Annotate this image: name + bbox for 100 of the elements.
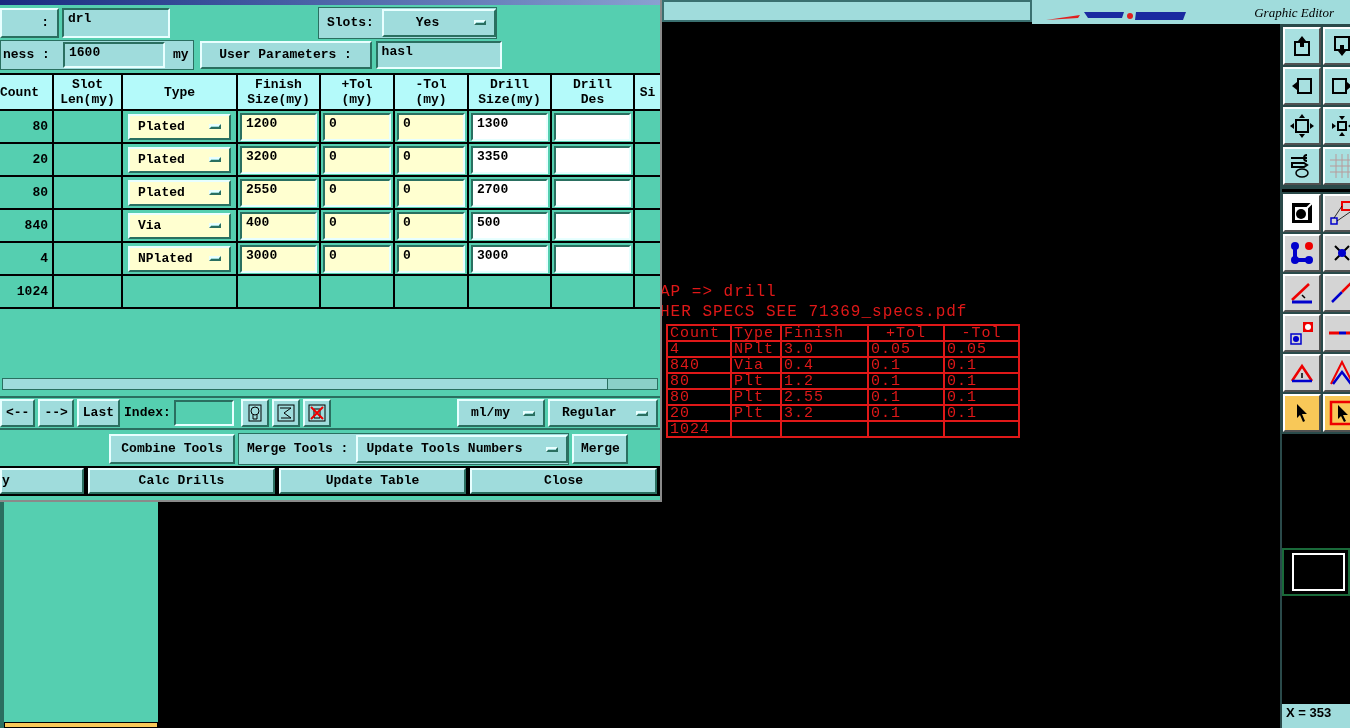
tool-button[interactable]: [1323, 394, 1350, 432]
tool-button[interactable]: [1323, 314, 1350, 352]
tool-button[interactable]: [1283, 107, 1321, 145]
tool-button[interactable]: [1323, 67, 1350, 105]
user-parameters-button[interactable]: User Parameters :: [199, 41, 372, 69]
size-field[interactable]: 1200: [240, 112, 317, 141]
icon-button[interactable]: [302, 399, 331, 427]
size-field[interactable]: 0: [397, 211, 465, 240]
size-field[interactable]: 2550: [240, 178, 317, 207]
index-label: Index:: [124, 404, 171, 423]
spec-cell: 0.1: [868, 405, 944, 421]
combine-tools-button[interactable]: Combine Tools: [109, 434, 235, 464]
drill-size-field[interactable]: 1300: [471, 112, 548, 141]
nav-button[interactable]: <--: [0, 399, 36, 427]
drill-des-field[interactable]: [554, 145, 631, 174]
count-cell: 20: [0, 144, 52, 175]
size-field[interactable]: 3200: [240, 145, 317, 174]
icon-button[interactable]: [240, 399, 269, 427]
size-field[interactable]: 0: [323, 145, 391, 174]
tool-button[interactable]: [1283, 27, 1321, 65]
pads-icon: [1289, 320, 1315, 346]
count-cell: 80: [0, 177, 52, 208]
tool-button[interactable]: [1323, 354, 1350, 392]
tool-button[interactable]: [1323, 274, 1350, 312]
size-field[interactable]: 400: [240, 211, 317, 240]
index-field[interactable]: [173, 400, 234, 426]
column-header: Drill Des: [552, 75, 633, 109]
drill-size-field[interactable]: 2700: [471, 178, 548, 207]
dropdown-icon: [209, 256, 221, 261]
drill-des-field[interactable]: [554, 178, 631, 207]
type-dropdown[interactable]: Plated: [128, 146, 231, 173]
dropdown-icon: [523, 410, 535, 416]
drill-size-field[interactable]: 3350: [471, 145, 548, 174]
curve-icon: [276, 404, 295, 422]
size-field[interactable]: 0: [397, 145, 465, 174]
tool-button[interactable]: [1283, 274, 1321, 312]
drill-size-field[interactable]: 3000: [471, 244, 548, 273]
type-dropdown[interactable]: Plated: [128, 113, 231, 140]
action-button[interactable]: Close: [470, 468, 657, 494]
spec-cell: 20: [667, 405, 731, 421]
size-field[interactable]: 0: [323, 178, 391, 207]
size-field[interactable]: 0: [323, 244, 391, 273]
tool-button[interactable]: [1283, 314, 1321, 352]
tool-button[interactable]: [1323, 107, 1350, 145]
grid-icon: [1329, 153, 1350, 179]
drill-des-field[interactable]: [554, 211, 631, 240]
icon-button[interactable]: [271, 399, 300, 427]
type-dropdown[interactable]: NPlated: [128, 245, 231, 272]
units-dropdown[interactable]: ml/my: [457, 399, 545, 427]
spec-cell: 0.05: [944, 341, 1019, 357]
slots-label: Slots:: [326, 13, 375, 32]
tool-button[interactable]: [1323, 147, 1350, 185]
spec-cell: 0.1: [868, 357, 944, 373]
tool-button[interactable]: [1283, 354, 1321, 392]
merge-button[interactable]: Merge: [572, 434, 629, 464]
parameters-field[interactable]: hasl: [375, 41, 502, 69]
size-field[interactable]: 0: [397, 244, 465, 273]
mode-dropdown[interactable]: Regular: [548, 399, 658, 427]
size-field[interactable]: 0: [323, 211, 391, 240]
table-cell: [54, 243, 121, 274]
drill-des-field[interactable]: [554, 244, 631, 273]
nodes-icon: [1289, 240, 1315, 266]
tool-button[interactable]: [1323, 27, 1350, 65]
spec-cell: 3.2: [781, 405, 868, 421]
action-button[interactable]: Update Table: [279, 468, 466, 494]
horizontal-scrollbar[interactable]: [2, 378, 658, 390]
tool-button[interactable]: [1283, 394, 1321, 432]
spec-cell: 0.4: [781, 357, 868, 373]
slots-dropdown[interactable]: Yes: [381, 8, 496, 37]
name-field[interactable]: drl: [62, 7, 170, 38]
field-label: ness :: [2, 46, 51, 65]
scrollbar-thumb[interactable]: [607, 379, 657, 389]
thickness-field[interactable]: 1600: [63, 42, 165, 68]
action-button[interactable]: Calc Drills: [88, 468, 275, 494]
tool-button[interactable]: [1283, 147, 1321, 185]
drill-des-field[interactable]: [554, 112, 631, 141]
size-field[interactable]: 0: [397, 112, 465, 141]
spec-cell: 0.1: [944, 389, 1019, 405]
count-cell: 80: [0, 111, 52, 142]
bulb-icon: [247, 404, 262, 422]
spec-cell: 840: [667, 357, 731, 373]
table-cell: [321, 276, 393, 307]
drill-size-field[interactable]: 500: [471, 211, 548, 240]
tool-button[interactable]: [1283, 234, 1321, 272]
tool-button[interactable]: [1323, 234, 1350, 272]
nav-button[interactable]: -->: [38, 399, 74, 427]
dropdown-icon: [636, 410, 648, 416]
size-field[interactable]: 0: [397, 178, 465, 207]
tool-button[interactable]: [1283, 194, 1321, 232]
merge-mode-dropdown[interactable]: Update Tools Numbers: [356, 435, 569, 463]
nav-button[interactable]: Last: [76, 399, 121, 427]
tool-button[interactable]: [1323, 194, 1350, 232]
size-field[interactable]: 3000: [240, 244, 317, 273]
action-button[interactable]: y: [0, 468, 84, 494]
double-triangle-icon: [1329, 360, 1350, 386]
type-dropdown[interactable]: Via: [128, 212, 231, 239]
tool-button[interactable]: [1283, 67, 1321, 105]
spec-cell: 3.0: [781, 341, 868, 357]
size-field[interactable]: 0: [323, 112, 391, 141]
type-dropdown[interactable]: Plated: [128, 179, 231, 206]
